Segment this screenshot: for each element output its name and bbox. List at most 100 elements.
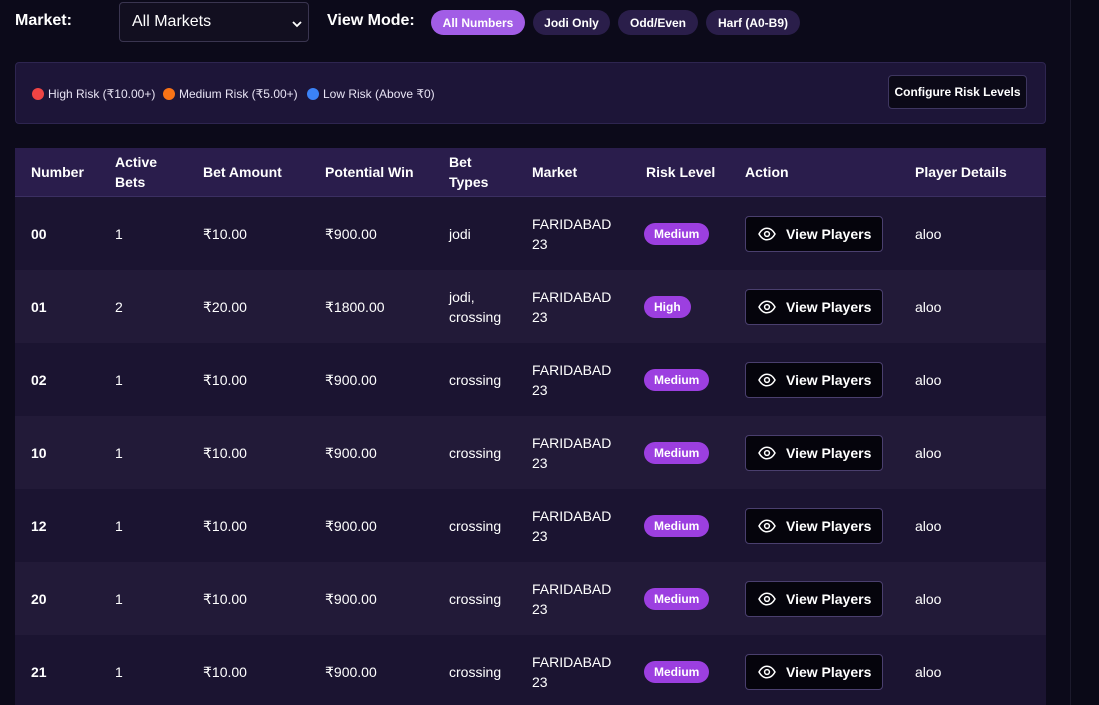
view-players-button[interactable]: View Players	[745, 653, 883, 690]
scrollbar-track[interactable]	[1070, 0, 1099, 705]
header-bet-types-line1: Bet	[449, 154, 472, 170]
cell-action: View Players	[745, 562, 883, 635]
cell-market: FARIDABAD 23	[532, 635, 611, 705]
filter-bar: Market: All Markets View Mode: All Numbe…	[15, 0, 1055, 44]
cell-action: View Players	[745, 489, 883, 562]
risk-monitor-page: Market: All Markets View Mode: All Numbe…	[0, 0, 1099, 705]
cell-bet-types-line1: jodi	[449, 225, 471, 242]
cell-market: FARIDABAD 23	[532, 197, 611, 270]
cell-bet-types-line1: crossing	[449, 590, 502, 607]
view-mode-all-numbers[interactable]: All Numbers	[431, 10, 525, 35]
view-players-button[interactable]: View Players	[745, 580, 883, 617]
cell-market-line2: 23	[532, 381, 548, 398]
header-active-bets: Active Bets	[115, 148, 157, 196]
risk-badge: Medium	[644, 660, 710, 683]
market-label: Market:	[15, 12, 72, 29]
header-bet-amount: Bet Amount	[203, 164, 282, 180]
chevron-down-icon	[292, 16, 302, 34]
cell-number: 21	[31, 663, 47, 680]
cell-number: 00	[31, 225, 47, 242]
cell-market-line1: FARIDABAD	[532, 580, 612, 597]
cell-bet-amount: ₹10.00	[203, 590, 247, 607]
cell-action: View Players	[745, 197, 883, 270]
cell-bet-types: crossing	[449, 489, 501, 562]
cell-bet-amount: ₹10.00	[203, 663, 247, 680]
cell-number: 20	[31, 590, 47, 607]
cell-number: 02	[31, 371, 47, 388]
low-risk-dot-icon	[307, 88, 319, 100]
header-player-details: Player Details	[915, 164, 1007, 180]
cell-active-bets: 1	[115, 517, 123, 534]
view-mode-harf[interactable]: Harf (A0-B9)	[706, 10, 800, 35]
cell-player-details: aloo	[915, 298, 942, 315]
cell-risk-level: Medium	[644, 416, 710, 489]
header-active-bets-line2: Bets	[115, 174, 146, 190]
cell-potential-win: ₹900.00	[325, 517, 377, 534]
eye-icon	[758, 445, 776, 460]
cell-active-bets: 1	[115, 444, 123, 461]
cell-bet-amount: ₹20.00	[203, 298, 247, 315]
cell-risk-level: Medium	[644, 197, 710, 270]
cell-action: View Players	[745, 635, 883, 705]
configure-risk-levels-button[interactable]: Configure Risk Levels	[888, 75, 1027, 109]
view-players-button[interactable]: View Players	[745, 288, 883, 325]
header-active-bets-line1: Active	[115, 154, 158, 170]
header-action: Action	[745, 164, 789, 180]
cell-potential-win: ₹900.00	[325, 444, 377, 461]
cell-market-line2: 23	[532, 454, 548, 471]
header-market: Market	[532, 164, 578, 180]
eye-icon	[758, 372, 776, 387]
table-row: 21 1 ₹10.00 ₹900.00 crossing FARIDABAD 23 Mediu…	[15, 635, 1046, 705]
cell-action: View Players	[745, 416, 883, 489]
cell-active-bets: 1	[115, 225, 123, 242]
view-players-label: View Players	[786, 225, 872, 242]
eye-icon	[758, 518, 776, 533]
eye-icon	[758, 591, 776, 606]
view-players-button[interactable]: View Players	[745, 434, 883, 471]
cell-bet-types: crossing	[449, 416, 501, 489]
legend-medium-risk: Medium Risk (₹5.00+)	[163, 87, 298, 101]
view-mode-odd-even[interactable]: Odd/Even	[618, 10, 698, 35]
cell-bet-types-line1: crossing	[449, 663, 502, 680]
cell-player-details: aloo	[915, 590, 942, 607]
cell-player-details: aloo	[915, 225, 942, 242]
cell-player-details: aloo	[915, 663, 942, 680]
view-players-label: View Players	[786, 663, 872, 680]
view-players-label: View Players	[786, 298, 872, 315]
cell-number: 10	[31, 444, 47, 461]
eye-icon	[758, 664, 776, 679]
cell-bet-types-line1: jodi,	[449, 288, 475, 305]
cell-active-bets: 1	[115, 590, 123, 607]
table-row: 10 1 ₹10.00 ₹900.00 crossing FARIDABAD 23 Mediu…	[15, 416, 1046, 490]
cell-player-details: aloo	[915, 517, 942, 534]
legend-low-risk: Low Risk (Above ₹0)	[307, 87, 435, 101]
cell-market: FARIDABAD 23	[532, 270, 611, 343]
table-row: 02 1 ₹10.00 ₹900.00 crossing FARIDABAD 23 Mediu…	[15, 343, 1046, 417]
cell-bet-types-line1: crossing	[449, 517, 502, 534]
market-select[interactable]: All Markets	[119, 2, 309, 42]
view-players-button[interactable]: View Players	[745, 507, 883, 544]
table-row: 01 2 ₹20.00 ₹1800.00 jodi, crossing FARIDABAD 2…	[15, 270, 1046, 344]
view-mode-jodi-only[interactable]: Jodi Only	[533, 10, 610, 35]
view-players-label: View Players	[786, 444, 872, 461]
cell-potential-win: ₹1800.00	[325, 298, 385, 315]
cell-market: FARIDABAD 23	[532, 489, 611, 562]
view-players-label: View Players	[786, 371, 872, 388]
cell-bet-amount: ₹10.00	[203, 517, 247, 534]
view-players-button[interactable]: View Players	[745, 361, 883, 398]
cell-potential-win: ₹900.00	[325, 225, 377, 242]
risk-badge: Medium	[644, 587, 710, 610]
view-players-button[interactable]: View Players	[745, 215, 883, 252]
legend-high-risk: High Risk (₹10.00+)	[32, 87, 155, 101]
cell-potential-win: ₹900.00	[325, 371, 377, 388]
cell-market-line2: 23	[532, 527, 548, 544]
cell-risk-level: High	[644, 270, 691, 343]
cell-player-details: aloo	[915, 371, 942, 388]
legend-low-risk-label: Low Risk (Above ₹0)	[323, 87, 435, 101]
cell-market: FARIDABAD 23	[532, 562, 611, 635]
header-risk-level: Risk Level	[646, 164, 716, 180]
cell-potential-win: ₹900.00	[325, 590, 377, 607]
cell-bet-types: crossing	[449, 343, 501, 416]
cell-market-line2: 23	[532, 308, 548, 325]
header-potential-win: Potential Win	[325, 164, 414, 180]
